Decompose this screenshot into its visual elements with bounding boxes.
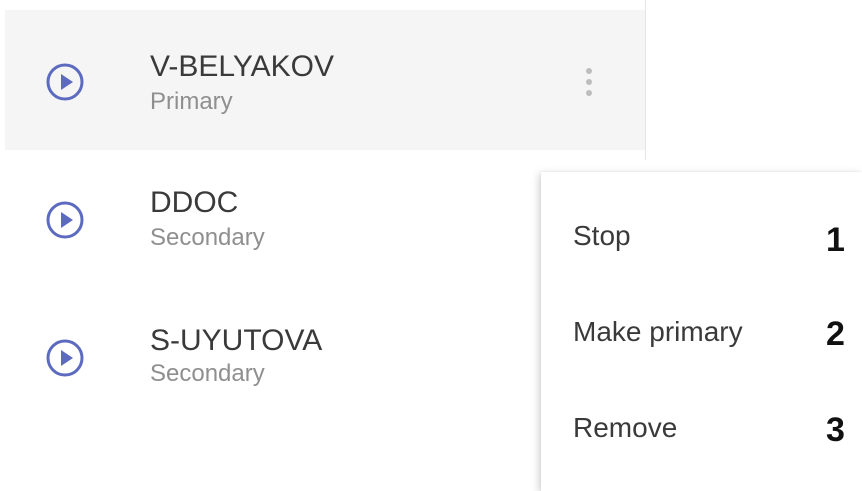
app-root: V-BELYAKOV Primary DDOC Secondary S-UYUT… <box>0 0 862 491</box>
more-vertical-icon[interactable] <box>579 65 599 105</box>
menu-item-label: Make primary <box>573 316 743 347</box>
item-title: V-BELYAKOV <box>150 50 334 83</box>
play-circle-icon[interactable] <box>45 200 85 240</box>
context-menu: Stop 1 Make primary 2 Remove 3 <box>541 172 862 491</box>
list-item-v-belyakov[interactable]: V-BELYAKOV Primary <box>5 10 645 150</box>
item-subtitle: Primary <box>150 88 233 115</box>
play-circle-icon[interactable] <box>45 62 85 102</box>
item-subtitle: Secondary <box>150 224 265 251</box>
panel-divider <box>645 0 646 160</box>
menu-item-number: 3 <box>826 411 845 449</box>
menu-item-stop[interactable]: Stop 1 <box>541 200 862 280</box>
menu-item-number: 2 <box>826 315 845 353</box>
menu-item-label: Remove <box>573 412 678 443</box>
menu-item-number: 1 <box>826 221 845 259</box>
menu-item-make-primary[interactable]: Make primary 2 <box>541 296 862 376</box>
item-title: DDOC <box>150 186 239 219</box>
menu-item-remove[interactable]: Remove 3 <box>541 392 862 472</box>
item-subtitle: Secondary <box>150 360 265 387</box>
item-title: S-UYUTOVA <box>150 324 323 357</box>
menu-item-label: Stop <box>573 220 631 251</box>
play-circle-icon[interactable] <box>45 338 85 378</box>
